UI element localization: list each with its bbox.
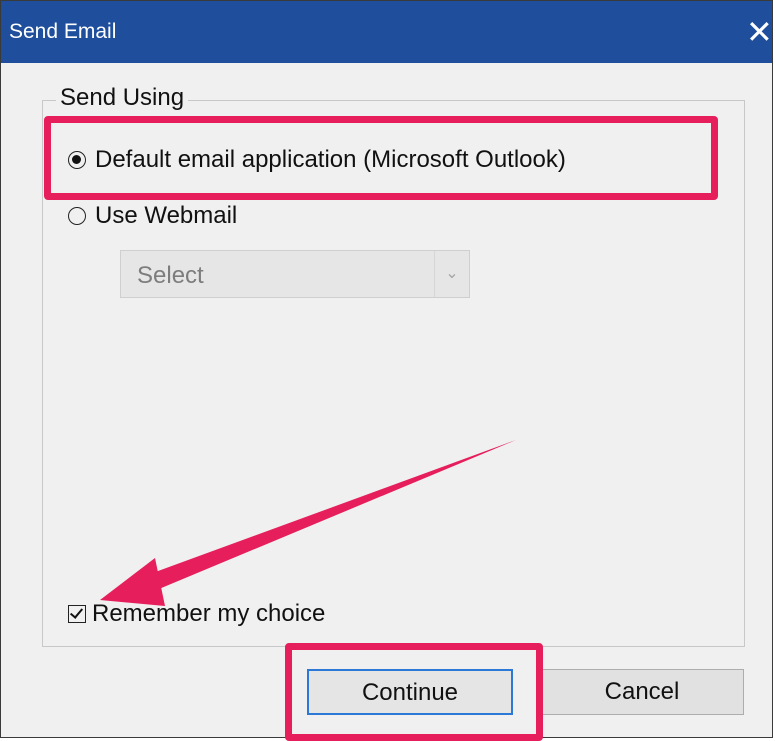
chevron-down-icon[interactable]: ⌄ <box>434 251 469 297</box>
title-bar: Send Email ✕ <box>1 1 773 63</box>
highlight-default-option <box>44 116 718 200</box>
dialog-title: Send Email <box>9 20 117 43</box>
webmail-select[interactable]: Select ⌄ <box>120 250 470 298</box>
remember-choice-option[interactable]: Remember my choice <box>68 600 325 628</box>
send-using-legend: Send Using <box>56 84 189 112</box>
webmail-option[interactable]: Use Webmail <box>68 202 237 230</box>
remember-choice-checkbox[interactable] <box>68 605 86 623</box>
highlight-continue-button <box>285 643 543 741</box>
remember-choice-label: Remember my choice <box>92 600 326 627</box>
webmail-radio[interactable] <box>68 207 86 225</box>
close-icon[interactable]: ✕ <box>746 9 773 55</box>
cancel-button[interactable]: Cancel <box>540 669 744 715</box>
webmail-select-value: Select <box>137 262 204 289</box>
webmail-label: Use Webmail <box>95 202 238 229</box>
